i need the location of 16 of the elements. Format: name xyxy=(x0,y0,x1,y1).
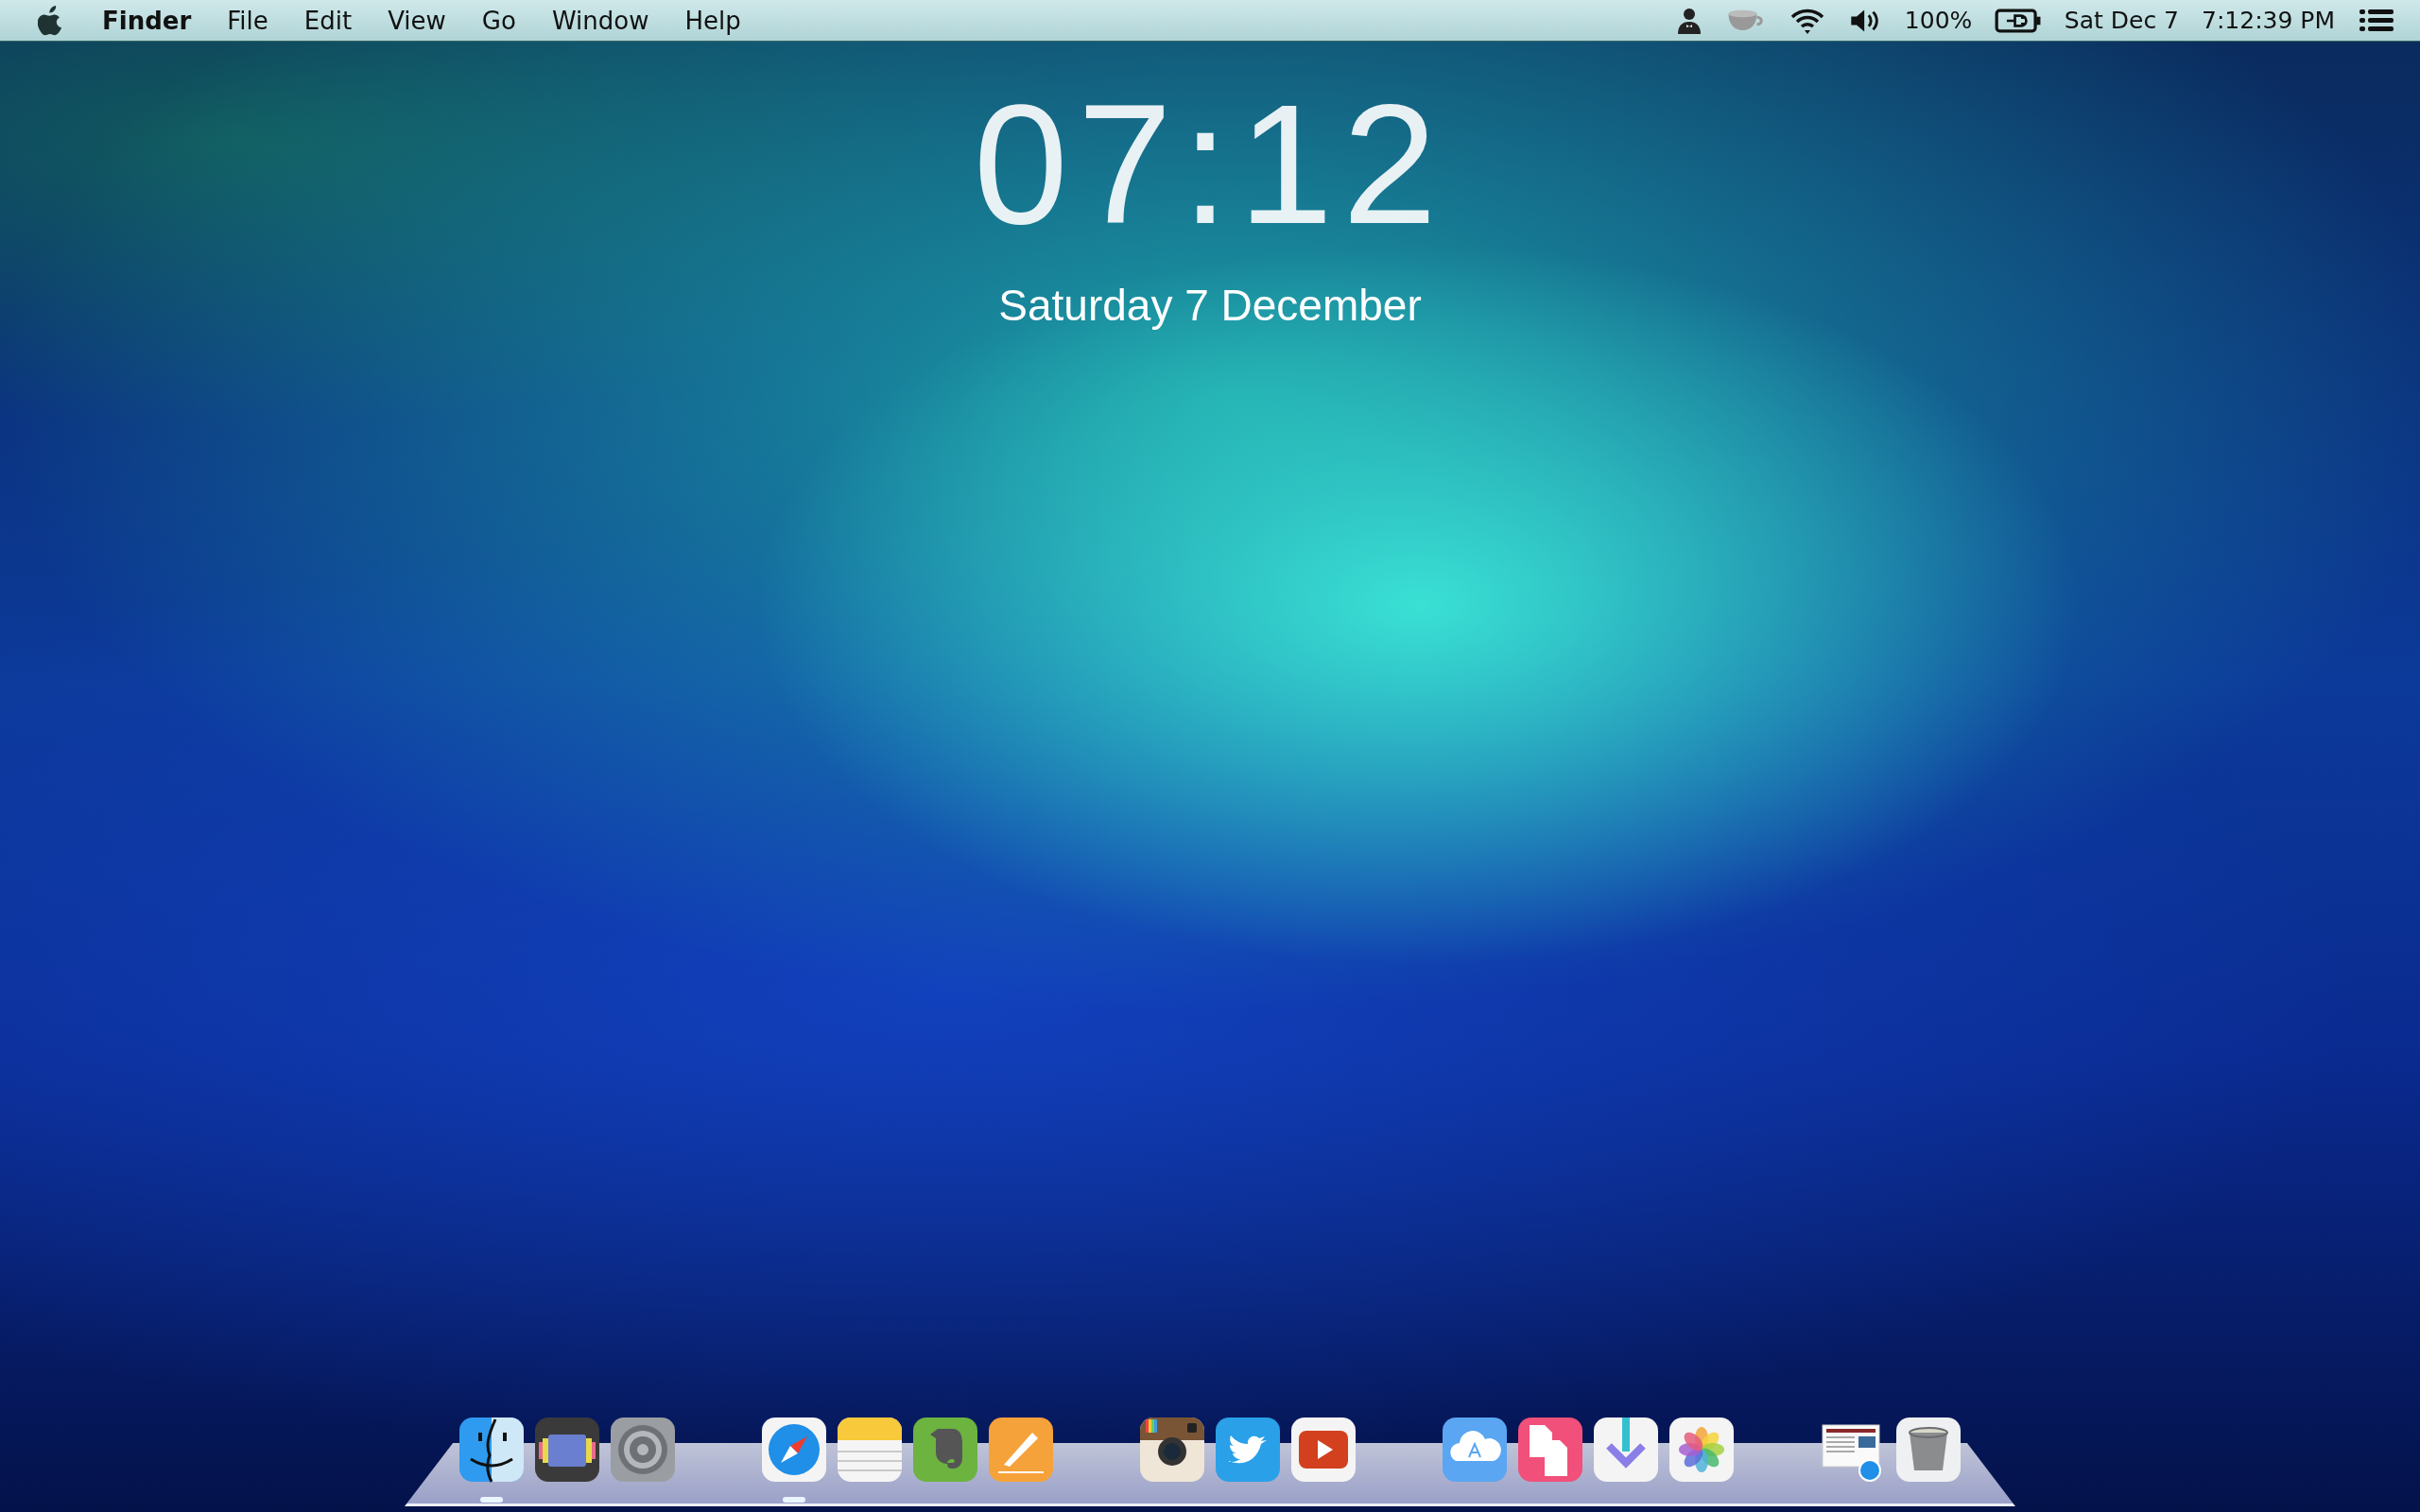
battery-percentage[interactable]: 100% xyxy=(1904,7,1973,34)
app-menu[interactable]: Finder xyxy=(102,6,192,35)
menu-item[interactable]: Window xyxy=(551,6,649,35)
compass-icon[interactable] xyxy=(762,1418,826,1503)
menu-item[interactable]: View xyxy=(388,6,446,35)
menu-item[interactable]: Edit xyxy=(303,6,353,35)
apple-logo-icon[interactable] xyxy=(38,5,64,36)
battery-charging-icon[interactable] xyxy=(1995,7,2042,34)
lock-screen-time: 07:12 xyxy=(973,79,1447,249)
menu-item[interactable]: Help xyxy=(684,6,741,35)
menu-bar-date[interactable]: Sat Dec 7 xyxy=(2064,7,2180,34)
menu-item[interactable]: Go xyxy=(481,6,516,35)
menu-bar-clock[interactable]: 7:12:39 PM xyxy=(2202,7,2335,34)
finder-face-icon[interactable] xyxy=(459,1418,524,1503)
lock-screen-date: Saturday 7 December xyxy=(998,280,1422,331)
menu-item[interactable]: File xyxy=(227,6,268,35)
